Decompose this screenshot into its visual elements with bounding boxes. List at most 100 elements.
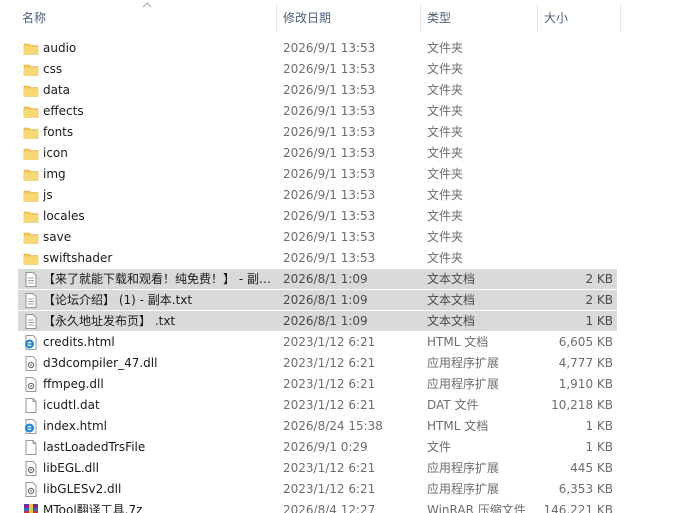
file-modified-date: 2026/9/1 13:53: [283, 230, 376, 244]
file-type: 文件夹: [427, 125, 464, 139]
file-row[interactable]: fonts 2026/9/1 13:53 文件夹: [0, 122, 677, 143]
file-name: icon: [43, 146, 68, 160]
file-modified-date: 2026/9/1 13:53: [283, 83, 376, 97]
folder-icon: [23, 104, 39, 119]
column-header-date-label: 修改日期: [283, 11, 332, 25]
file-size: 2 KB: [585, 272, 613, 286]
column-divider[interactable]: [620, 4, 621, 32]
file-modified-date: 2026/9/1 13:53: [283, 188, 376, 202]
generic-file-icon: [23, 398, 39, 413]
file-type: 文件夹: [427, 230, 464, 244]
file-name: index.html: [43, 419, 107, 433]
file-modified-date: 2026/9/1 13:53: [283, 167, 376, 181]
file-row[interactable]: credits.html 2023/1/12 6:21 HTML 文档 6,605 K…: [0, 332, 677, 353]
file-row[interactable]: d3dcompiler_47.dll 2023/1/12 6:21 应用程序扩展 4,…: [0, 353, 677, 374]
file-row[interactable]: 【永久地址发布页】 .txt 2026/8/1 1:09 文本文档 1 KB: [0, 311, 677, 332]
folder-icon: [23, 83, 39, 98]
dll-file-icon: [23, 356, 39, 371]
dll-file-icon: [23, 461, 39, 476]
file-name: css: [43, 62, 63, 76]
file-modified-date: 2026/8/1 1:09: [283, 272, 368, 286]
file-name: 【论坛介绍】 (1) - 副本.txt: [43, 293, 193, 307]
file-row[interactable]: css 2026/9/1 13:53 文件夹: [0, 59, 677, 80]
file-row[interactable]: 【来了就能下载和观看！纯免费！】 - 副… 2026/8/1 1:09 文本文档 2 …: [0, 269, 677, 290]
file-row[interactable]: audio 2026/9/1 13:53 文件夹: [0, 38, 677, 59]
column-header-date[interactable]: 修改日期: [277, 0, 419, 36]
file-type: 应用程序扩展: [427, 461, 500, 475]
text-file-icon: [23, 293, 39, 308]
folder-icon: [23, 230, 39, 245]
file-row[interactable]: swiftshader 2026/9/1 13:53 文件夹: [0, 248, 677, 269]
file-type: 应用程序扩展: [427, 482, 500, 496]
file-row[interactable]: libEGL.dll 2023/1/12 6:21 应用程序扩展 445 KB: [0, 458, 677, 479]
file-size: 2 KB: [585, 293, 613, 307]
file-row[interactable]: img 2026/9/1 13:53 文件夹: [0, 164, 677, 185]
column-header-type-label: 类型: [427, 11, 452, 25]
file-type: 文件夹: [427, 167, 464, 181]
file-name: js: [43, 188, 53, 202]
file-type: 文本文档: [427, 272, 476, 286]
file-row[interactable]: 【论坛介绍】 (1) - 副本.txt 2026/8/1 1:09 文本文档 2 KB: [0, 290, 677, 311]
file-type: 文本文档: [427, 293, 476, 307]
file-type: 文件夹: [427, 146, 464, 160]
file-size: 6,605 KB: [558, 335, 613, 349]
file-row[interactable]: libGLESv2.dll 2023/1/12 6:21 应用程序扩展 6,353 K…: [0, 479, 677, 500]
file-size: 1 KB: [585, 314, 613, 328]
text-file-icon: [23, 314, 39, 329]
file-size: 1,910 KB: [558, 377, 613, 391]
file-list: audio 2026/9/1 13:53 文件夹 css 2026/9/1 13:53 文…: [0, 38, 677, 513]
file-modified-date: 2026/9/1 13:53: [283, 251, 376, 265]
file-name: libEGL.dll: [43, 461, 99, 475]
file-row[interactable]: ffmpeg.dll 2023/1/12 6:21 应用程序扩展 1,910 KB: [0, 374, 677, 395]
file-row[interactable]: icudtl.dat 2023/1/12 6:21 DAT 文件 10,218 KB: [0, 395, 677, 416]
file-name: d3dcompiler_47.dll: [43, 356, 158, 370]
file-modified-date: 2023/1/12 6:21: [283, 482, 376, 496]
file-name: save: [43, 230, 72, 244]
file-row[interactable]: effects 2026/9/1 13:53 文件夹: [0, 101, 677, 122]
file-size: 445 KB: [570, 461, 613, 475]
file-name: credits.html: [43, 335, 115, 349]
file-row[interactable]: js 2026/9/1 13:53 文件夹: [0, 185, 677, 206]
file-modified-date: 2026/8/24 15:38: [283, 419, 383, 433]
column-header-size[interactable]: 大小: [538, 0, 620, 36]
dll-file-icon: [23, 482, 39, 497]
folder-icon: [23, 209, 39, 224]
file-row[interactable]: icon 2026/9/1 13:53 文件夹: [0, 143, 677, 164]
file-type: 文件夹: [427, 62, 464, 76]
file-type: 应用程序扩展: [427, 356, 500, 370]
folder-icon: [23, 125, 39, 140]
file-size: 146,221 KB: [543, 503, 613, 513]
file-modified-date: 2026/9/1 0:29: [283, 440, 368, 454]
file-modified-date: 2023/1/12 6:21: [283, 398, 376, 412]
file-modified-date: 2026/8/4 12:27: [283, 503, 376, 513]
html-file-icon: [23, 419, 39, 434]
folder-icon: [23, 167, 39, 182]
file-size: 10,218 KB: [551, 398, 613, 412]
column-header-size-label: 大小: [544, 11, 569, 25]
html-file-icon: [23, 335, 39, 350]
file-row[interactable]: MTool翻译工具.7z 2026/8/4 12:27 WinRAR 压缩文件 146…: [0, 500, 677, 513]
file-type: 文件夹: [427, 188, 464, 202]
file-explorer: 名称 修改日期 类型 大小 audio 2026/9/1 13:53 文件夹 css 2…: [0, 0, 677, 513]
file-modified-date: 2023/1/12 6:21: [283, 356, 376, 370]
file-name: libGLESv2.dll: [43, 482, 122, 496]
file-modified-date: 2026/9/1 13:53: [283, 104, 376, 118]
file-type: HTML 文档: [427, 335, 489, 349]
file-modified-date: 2026/8/1 1:09: [283, 293, 368, 307]
folder-icon: [23, 188, 39, 203]
file-row[interactable]: data 2026/9/1 13:53 文件夹: [0, 80, 677, 101]
column-header-name[interactable]: 名称: [16, 0, 275, 36]
column-header-type[interactable]: 类型: [421, 0, 536, 36]
file-row[interactable]: lastLoadedTrsFile 2026/9/1 0:29 文件 1 KB: [0, 437, 677, 458]
file-modified-date: 2026/9/1 13:53: [283, 209, 376, 223]
file-name: 【来了就能下载和观看！纯免费！】 - 副…: [43, 272, 271, 286]
file-modified-date: 2026/9/1 13:53: [283, 62, 376, 76]
dll-file-icon: [23, 377, 39, 392]
file-name: MTool翻译工具.7z: [43, 503, 143, 513]
file-row[interactable]: locales 2026/9/1 13:53 文件夹: [0, 206, 677, 227]
generic-file-icon: [23, 440, 39, 455]
file-row[interactable]: save 2026/9/1 13:53 文件夹: [0, 227, 677, 248]
file-size: 6,353 KB: [558, 482, 613, 496]
file-row[interactable]: index.html 2026/8/24 15:38 HTML 文档 1 KB: [0, 416, 677, 437]
text-file-icon: [23, 272, 39, 287]
